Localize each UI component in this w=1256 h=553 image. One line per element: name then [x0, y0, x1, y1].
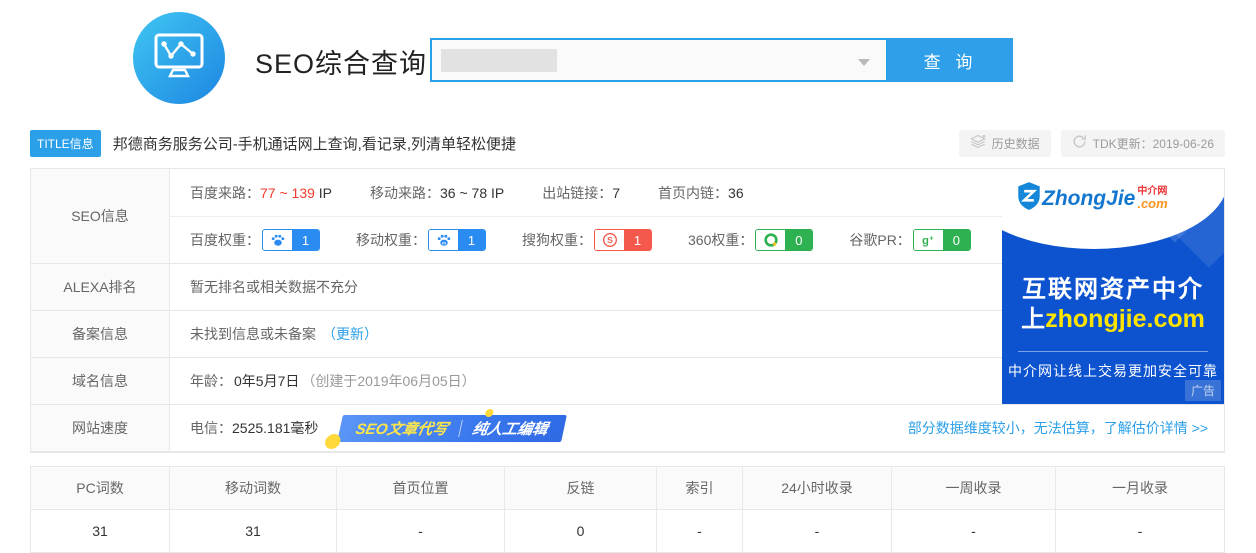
value-pc-words: 31: [31, 510, 170, 552]
domain-created-date: （创建于2019年06月05日）: [301, 371, 475, 391]
ad-label: 广告: [1185, 380, 1221, 401]
gplus-icon: g+: [914, 230, 943, 250]
tdk-update-button[interactable]: TDK更新：2019-06-26: [1061, 130, 1225, 157]
value-week: -: [892, 510, 1056, 552]
zhongjie-ad-banner[interactable]: ZhongJie 中介网 .com 互联网资产中介 上zhongjie.com …: [1002, 169, 1224, 404]
title-bar: TITLE信息 邦德商务服务公司-手机通话网上查询,看记录,列清单轻松便捷 历史…: [30, 129, 1225, 157]
censored-url-value: [441, 49, 557, 72]
col-header-home-position: 首页位置: [337, 467, 505, 509]
svg-text:+: +: [930, 234, 934, 243]
google-pr-badge[interactable]: g+ 0: [913, 229, 971, 251]
s-circle-icon: S: [595, 230, 624, 250]
url-input[interactable]: [430, 38, 888, 82]
value-index: -: [657, 510, 743, 552]
keyword-stats-table: PC词数 移动词数 首页位置 反链 索引 24小时收录 一周收录 一月收录 31…: [30, 466, 1225, 553]
homepage-inner-links: 首页内链：36: [658, 183, 744, 203]
col-header-week: 一周收录: [892, 467, 1056, 509]
top-bar: SEO综合查询 查 询: [0, 0, 1256, 118]
row-label-beian: 备案信息: [31, 311, 170, 357]
stats-header-row: PC词数 移动词数 首页位置 反链 索引 24小时收录 一周收录 一月收录: [31, 467, 1224, 510]
value-home-position: -: [337, 510, 505, 552]
baidu-traffic: 百度来路：77 ~ 139 IP: [190, 183, 332, 203]
history-data-button[interactable]: 历史数据: [959, 130, 1051, 157]
seo-article-promo-banner[interactable]: SEO文章代写 纯人工编辑: [338, 415, 567, 442]
mobile-traffic: 移动来路：36 ~ 78 IP: [370, 183, 504, 203]
monitor-chart-icon: [152, 31, 206, 86]
value-month: -: [1056, 510, 1224, 552]
col-header-mobile-words: 移动词数: [170, 467, 337, 509]
title-info-badge: TITLE信息: [30, 130, 101, 157]
app-logo: [133, 12, 225, 104]
domain-age-label: 年龄：: [190, 371, 232, 391]
mobile-weight: 移动权重： m 1: [356, 229, 486, 251]
page-title: SEO综合查询: [255, 42, 427, 81]
layers-icon: [970, 134, 986, 152]
col-header-backlinks: 反链: [505, 467, 657, 509]
zhongjie-logo: ZhongJie 中介网 .com: [1016, 181, 1168, 216]
sogou-weight: 搜狗权重： S 1: [522, 229, 652, 251]
svg-text:S: S: [607, 235, 613, 245]
refresh-icon: [1072, 134, 1087, 152]
domain-age-value: 0年5月7日: [234, 371, 299, 391]
row-label-alexa: ALEXA排名: [31, 264, 170, 310]
row-label-seo: SEO信息: [31, 169, 170, 263]
value-backlinks: 0: [505, 510, 657, 552]
row-label-speed: 网站速度: [31, 405, 170, 451]
row-label-domain: 域名信息: [31, 358, 170, 404]
value-24h: -: [743, 510, 892, 552]
baidu-weight-badge[interactable]: 1: [262, 229, 320, 251]
ad-slogan: 中介网让线上交易更加安全可靠: [1002, 361, 1224, 381]
col-header-24h: 24小时收录: [743, 467, 892, 509]
google-pr: 谷歌PR： g+ 0: [849, 229, 970, 251]
ad-headline-2: 上zhongjie.com: [1002, 299, 1224, 334]
paw-icon: [263, 230, 292, 250]
svg-text:g: g: [922, 235, 929, 247]
query-button[interactable]: 查 询: [888, 38, 1013, 82]
green-ring-icon: [756, 230, 785, 250]
seo-overview-table: SEO信息 百度来路：77 ~ 139 IP 移动来路：36 ~ 78 IP 出…: [30, 168, 1225, 453]
value-mobile-words: 31: [170, 510, 337, 552]
col-header-pc-words: PC词数: [31, 467, 170, 509]
ad-divider: [1018, 351, 1208, 352]
outbound-links: 出站链接：7: [542, 183, 620, 203]
site-title-text: 邦德商务服务公司-手机通话网上查询,看记录,列清单轻松便捷: [113, 133, 516, 154]
360-weight: 360权重： 0: [688, 229, 813, 251]
estimate-detail-link[interactable]: 部分数据维度较小，无法估算，了解估价详情 >>: [908, 418, 1208, 438]
col-header-month: 一月收录: [1056, 467, 1224, 509]
search-area: 查 询: [430, 38, 1013, 82]
baidu-weight: 百度权重： 1: [190, 229, 320, 251]
beian-value: 未找到信息或未备案: [190, 324, 316, 344]
mobile-weight-badge[interactable]: m 1: [428, 229, 486, 251]
telecom-label: 电信：: [190, 418, 232, 438]
chevron-down-icon[interactable]: [858, 59, 870, 66]
360-weight-badge[interactable]: 0: [755, 229, 813, 251]
stats-value-row: 31 31 - 0 - - - -: [31, 510, 1224, 552]
shield-icon: [1016, 181, 1042, 216]
beian-update-link[interactable]: （更新）: [322, 324, 378, 344]
col-header-index: 索引: [657, 467, 743, 509]
svg-text:m: m: [442, 240, 446, 245]
speed-value: 2525.181毫秒: [232, 418, 318, 438]
paw-icon: m: [429, 230, 458, 250]
alexa-value: 暂无排名或相关数据不充分: [190, 277, 358, 297]
speed-row: 网站速度 电信： 2525.181毫秒 SEO文章代写 纯人工编辑 部分数据维度…: [31, 405, 1224, 452]
sogou-weight-badge[interactable]: S 1: [594, 229, 652, 251]
